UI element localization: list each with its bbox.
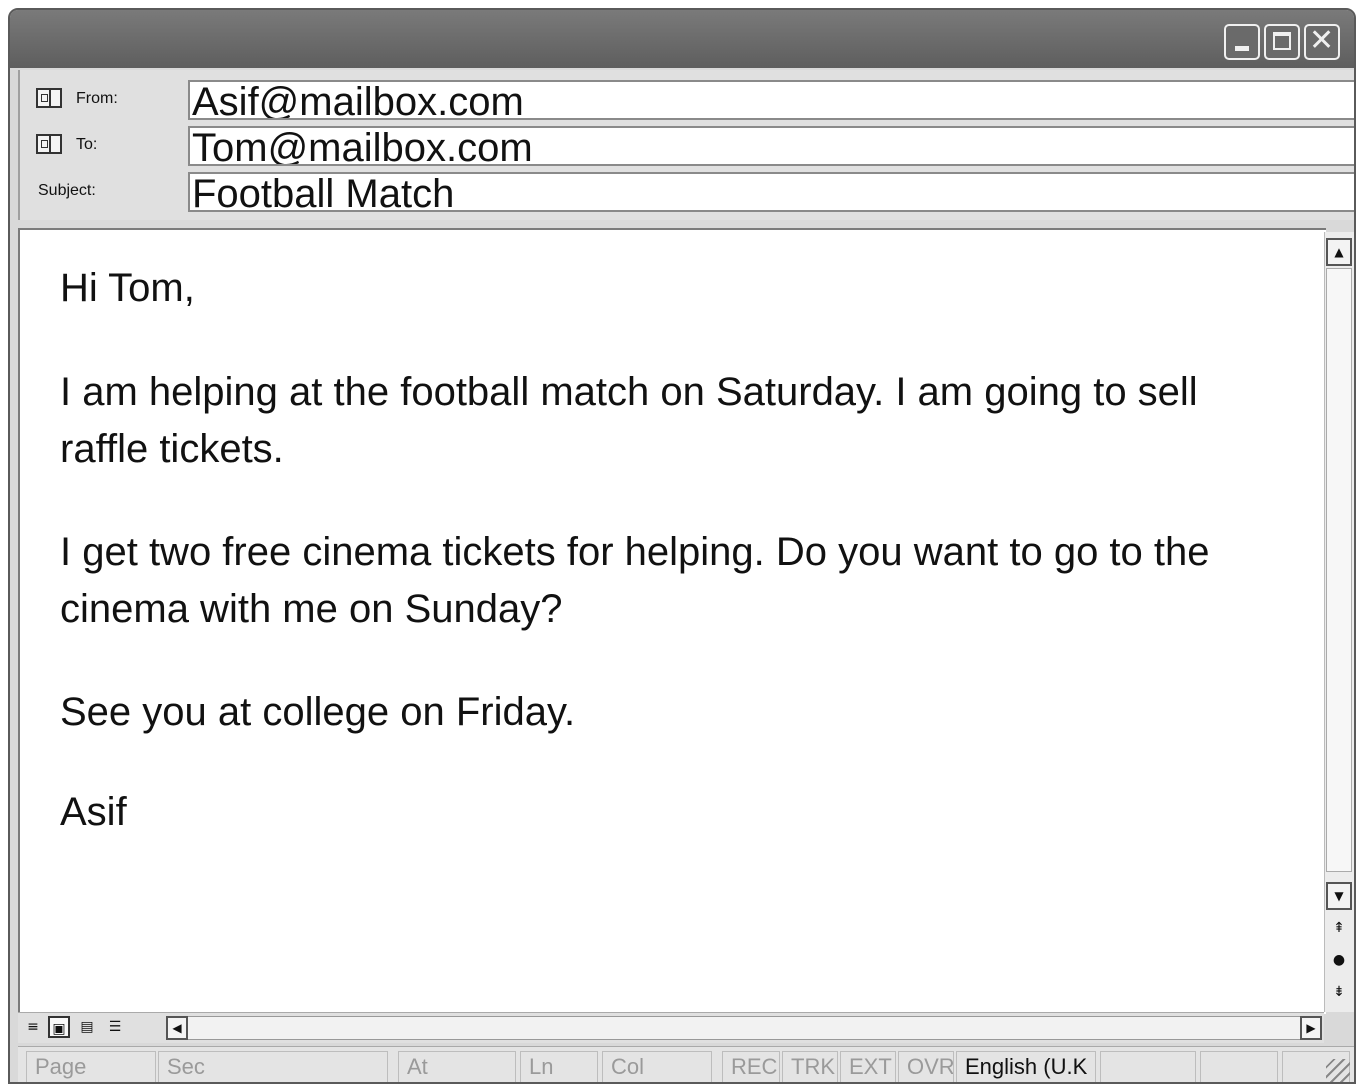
outline-view-button[interactable]: ☰ — [104, 1016, 126, 1038]
title-bar[interactable]: ✕ — [10, 10, 1354, 68]
minimize-icon — [1235, 46, 1249, 51]
normal-view-icon: ≡ — [27, 1019, 39, 1035]
email-window: ✕ From: Asif@mailbox.com To: Tom@mailbox… — [8, 8, 1356, 1084]
web-layout-icon: ▣ — [52, 1021, 66, 1037]
signature-text: Asif — [60, 790, 127, 834]
status-column: Col — [602, 1051, 712, 1082]
body-paragraph-3: See you at college on Friday. — [60, 690, 576, 734]
vertical-scrollbar[interactable]: ▲ ▼ ⇞ ● ⇟ — [1324, 232, 1354, 1012]
status-line: Ln — [520, 1051, 598, 1082]
status-field-empty-1 — [1100, 1051, 1196, 1082]
arrow-down-icon: ▼ — [1334, 889, 1344, 903]
arrow-up-icon: ▲ — [1334, 245, 1344, 259]
address-book-icon[interactable] — [36, 88, 62, 108]
status-ext[interactable]: EXT — [840, 1051, 896, 1082]
status-ovr[interactable]: OVR — [898, 1051, 954, 1082]
greeting-text: Hi Tom, — [60, 266, 195, 310]
arrow-left-icon: ◀ — [172, 1021, 182, 1035]
subject-row: Subject: Football Match — [20, 168, 1354, 212]
status-bar: Page Sec At Ln Col REC TRK EXT OVR Engli… — [18, 1046, 1354, 1082]
from-label: From: — [76, 90, 118, 107]
to-field[interactable]: Tom@mailbox.com — [188, 126, 1354, 166]
address-book-icon[interactable] — [36, 134, 62, 154]
message-body[interactable]: Hi Tom, I am helping at the football mat… — [18, 228, 1326, 1014]
status-rec[interactable]: REC — [722, 1051, 780, 1082]
from-row: From: Asif@mailbox.com — [20, 76, 1354, 120]
subject-field[interactable]: Football Match — [188, 172, 1354, 212]
print-layout-icon: ▤ — [80, 1019, 94, 1035]
status-section: Sec — [158, 1051, 388, 1082]
from-field[interactable]: Asif@mailbox.com — [188, 80, 1354, 120]
close-icon: ✕ — [1309, 23, 1335, 58]
arrow-right-icon: ▶ — [1306, 1021, 1316, 1035]
horizontal-scrollbar[interactable] — [166, 1016, 1306, 1040]
browse-object-button[interactable]: ● — [1326, 948, 1352, 972]
double-down-icon: ⇟ — [1333, 984, 1345, 1000]
status-field-empty-2 — [1200, 1051, 1278, 1082]
body-paragraph-2: I get two free cinema tickets for helpin… — [60, 530, 1210, 631]
scroll-up-button[interactable]: ▲ — [1326, 238, 1352, 266]
resize-grip[interactable] — [1326, 1059, 1350, 1082]
circle-icon: ● — [1332, 952, 1346, 968]
close-button[interactable]: ✕ — [1304, 24, 1340, 60]
maximize-button[interactable] — [1264, 24, 1300, 60]
scroll-right-button[interactable]: ▶ — [1300, 1016, 1322, 1040]
body-paragraph-1: I am helping at the football match on Sa… — [60, 370, 1198, 471]
status-language[interactable]: English (U.K — [956, 1051, 1096, 1082]
status-at: At — [398, 1051, 516, 1082]
web-layout-button[interactable]: ▣ — [48, 1016, 70, 1038]
to-row: To: Tom@mailbox.com — [20, 122, 1354, 166]
scroll-down-button[interactable]: ▼ — [1326, 882, 1352, 910]
view-toolbar: ≡ ▣ ▤ ☰ ◀ ▶ — [18, 1012, 1324, 1043]
scroll-left-button[interactable]: ◀ — [166, 1016, 188, 1040]
print-layout-button[interactable]: ▤ — [76, 1016, 98, 1038]
message-header: From: Asif@mailbox.com To: Tom@mailbox.c… — [18, 70, 1354, 220]
normal-view-button[interactable]: ≡ — [22, 1016, 44, 1038]
double-up-icon: ⇞ — [1333, 920, 1345, 936]
minimize-button[interactable] — [1224, 24, 1260, 60]
maximize-icon — [1273, 32, 1291, 50]
status-page: Page — [26, 1051, 156, 1082]
subject-label: Subject: — [38, 182, 96, 199]
next-page-button[interactable]: ⇟ — [1326, 980, 1352, 1004]
previous-page-button[interactable]: ⇞ — [1326, 916, 1352, 940]
to-label: To: — [76, 136, 98, 153]
scroll-thumb[interactable] — [1326, 268, 1352, 872]
status-trk[interactable]: TRK — [782, 1051, 838, 1082]
outline-view-icon: ☰ — [108, 1019, 122, 1035]
